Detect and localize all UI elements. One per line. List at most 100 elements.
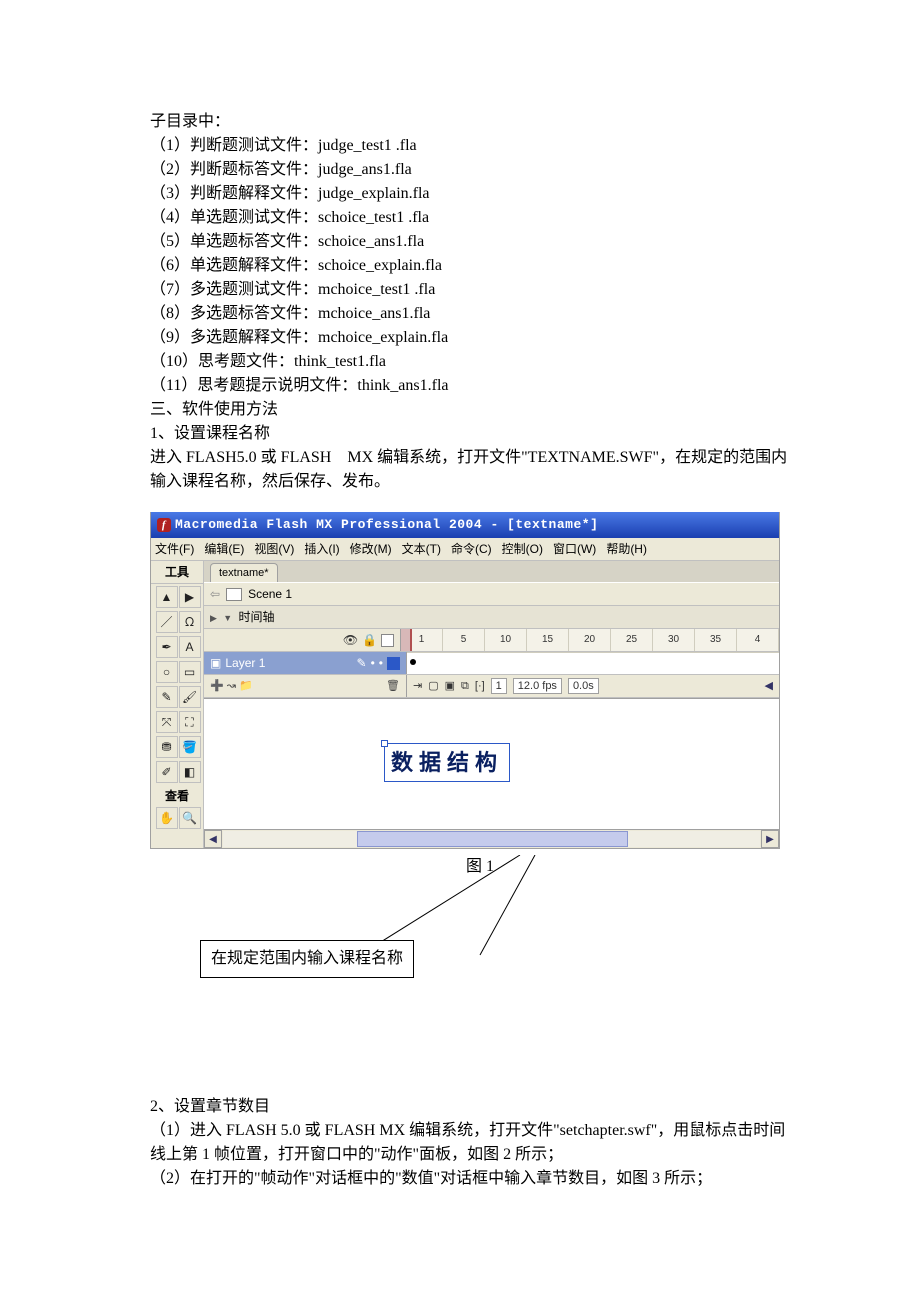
file-11: （11）思考题提示说明文件：think_ans1.fla: [150, 374, 790, 398]
file-6: （6）单选题解释文件：schoice_explain.fla: [150, 254, 790, 278]
text-tool-icon[interactable]: A: [179, 636, 201, 658]
layer-name[interactable]: Layer 1: [225, 654, 265, 672]
oval-tool-icon[interactable]: ○: [156, 661, 178, 683]
file-1: （1）判断题测试文件：judge_test1 .fla: [150, 134, 790, 158]
step1-title: 1、设置课程名称: [150, 422, 790, 446]
tab-textname[interactable]: textname*: [210, 563, 278, 583]
rect-tool-icon[interactable]: ▭: [179, 661, 201, 683]
lasso-tool-icon[interactable]: ᘯ: [179, 611, 201, 633]
scroll-thumb[interactable]: [357, 831, 628, 847]
step2-block: 2、设置章节数目 （1）进入 FLASH 5.0 或 FLASH MX 编辑系统…: [150, 1095, 790, 1191]
ruler-mark: 4: [737, 629, 779, 651]
free-transform-icon[interactable]: ⤧: [156, 711, 178, 733]
frame-ruler[interactable]: 1 5 10 15 20 25 30 35 4: [401, 629, 779, 651]
fill-transform-icon[interactable]: ⛶: [179, 711, 201, 733]
inkbottle-tool-icon[interactable]: ⛃: [156, 736, 178, 758]
menu-view[interactable]: 视图(V): [254, 540, 294, 558]
file-7: （7）多选题测试文件：mchoice_test1 .fla: [150, 278, 790, 302]
onion-outline-icon[interactable]: ▣: [445, 678, 455, 695]
pencil-tool-icon[interactable]: ✎: [156, 686, 178, 708]
ruler-mark: 10: [485, 629, 527, 651]
menu-window[interactable]: 窗口(W): [553, 540, 596, 558]
scene-icon: [226, 588, 242, 601]
selection-tool-icon[interactable]: ▲: [156, 586, 178, 608]
menu-modify[interactable]: 修改(M): [350, 540, 392, 558]
delete-layer-icon[interactable]: 🗑: [386, 678, 400, 695]
menubar: 文件(F) 编辑(E) 视图(V) 插入(I) 修改(M) 文本(T) 命令(C…: [151, 538, 779, 561]
scroll-track[interactable]: [223, 831, 760, 847]
timeline-header[interactable]: ▶ ▼ 时间轴: [204, 606, 779, 629]
ruler-mark: 25: [611, 629, 653, 651]
file-2: （2）判断题标答文件：judge_ans1.fla: [150, 158, 790, 182]
hand-tool-icon[interactable]: ✋: [156, 807, 178, 829]
doc-text: 子目录中： （1）判断题测试文件：judge_test1 .fla （2）判断题…: [150, 110, 790, 494]
file-10: （10）思考题文件：think_test1.fla: [150, 350, 790, 374]
eyedropper-tool-icon[interactable]: ✐: [156, 761, 178, 783]
menu-file[interactable]: 文件(F): [155, 540, 194, 558]
stage-text-box[interactable]: 数据结构: [384, 743, 510, 782]
document-tabs: textname*: [204, 561, 779, 583]
titlebar: f Macromedia Flash MX Professional 2004 …: [151, 512, 779, 538]
horizontal-scrollbar[interactable]: ◀ ▶: [204, 829, 779, 848]
file-9: （9）多选题解释文件：mchoice_explain.fla: [150, 326, 790, 350]
file-5: （5）单选题标答文件：schoice_ans1.fla: [150, 230, 790, 254]
current-frame: 1: [491, 678, 507, 694]
onion-markers-icon[interactable]: [·]: [475, 678, 485, 695]
menu-insert[interactable]: 插入(I): [304, 540, 339, 558]
lock-icon[interactable]: 🔒: [362, 631, 377, 649]
file-4: （4）单选题测试文件：schoice_test1 .fla: [150, 206, 790, 230]
edit-multiple-icon[interactable]: ⧉: [461, 678, 469, 695]
step2-line2: （2）在打开的"帧动作"对话框中的"数值"对话框中输入章节数目，如图 3 所示；: [150, 1167, 790, 1191]
menu-help[interactable]: 帮助(H): [606, 540, 647, 558]
add-folder-icon[interactable]: 📁: [239, 680, 253, 692]
frames-track[interactable]: [407, 652, 779, 674]
ruler-mark: 30: [653, 629, 695, 651]
fps-display: 12.0 fps: [513, 678, 562, 694]
menu-edit[interactable]: 编辑(E): [204, 540, 244, 558]
menu-command[interactable]: 命令(C): [451, 540, 492, 558]
layer-pencil-icon: ✎: [357, 654, 367, 672]
ruler-mark: 1: [401, 629, 443, 651]
brush-tool-icon[interactable]: 🖌: [179, 686, 201, 708]
ruler-mark: 20: [569, 629, 611, 651]
keyframe-icon[interactable]: [410, 659, 416, 665]
line-tool-icon[interactable]: ／: [156, 611, 178, 633]
step2-line1: （1）进入 FLASH 5.0 或 FLASH MX 编辑系统，打开文件"set…: [150, 1119, 790, 1167]
ruler-mark: 15: [527, 629, 569, 651]
scene-bar: ⇦ Scene 1: [204, 582, 779, 606]
scroll-left-button[interactable]: ◀: [204, 830, 222, 848]
ruler-mark: 35: [695, 629, 737, 651]
subselect-tool-icon[interactable]: ▶: [179, 586, 201, 608]
tools-title: 工具: [151, 563, 203, 584]
add-layer-icon[interactable]: ➕: [210, 680, 224, 692]
paintbucket-tool-icon[interactable]: 🪣: [179, 736, 201, 758]
menu-control[interactable]: 控制(O): [502, 540, 543, 558]
eraser-tool-icon[interactable]: ◧: [179, 761, 201, 783]
onion-skin-icon[interactable]: ▢: [428, 678, 438, 695]
collapse-icon[interactable]: ▶: [210, 613, 217, 623]
pen-tool-icon[interactable]: ✒: [156, 636, 178, 658]
app-icon: f: [157, 518, 171, 532]
layer-row[interactable]: ▣ Layer 1 ✎ • •: [204, 652, 779, 675]
back-arrow-icon[interactable]: ⇦: [210, 585, 220, 603]
stage[interactable]: 数据结构: [204, 698, 779, 829]
center-frame-icon[interactable]: ⇥: [413, 678, 422, 695]
time-display: 0.0s: [568, 678, 599, 694]
timeline-icons-row: 👁 🔒 1 5 10 15 20: [204, 629, 779, 652]
layer-color-icon: [387, 657, 400, 670]
scroll-right-button[interactable]: ▶: [761, 830, 779, 848]
ruler-mark: 5: [443, 629, 485, 651]
figure-1: f Macromedia Flash MX Professional 2004 …: [150, 512, 790, 985]
outline-icon[interactable]: [381, 634, 394, 647]
tools-panel: 工具 ▲ ▶ ／ ᘯ ✒ A ○ ▭ ✎ 🖌 ⤧ ⛶ ⛃: [151, 561, 204, 849]
scroll-left-icon[interactable]: ◀: [765, 678, 773, 695]
menu-text[interactable]: 文本(T): [402, 540, 441, 558]
layer-icon: ▣: [210, 654, 221, 672]
eye-icon[interactable]: 👁: [343, 631, 358, 649]
scene-name[interactable]: Scene 1: [248, 585, 292, 603]
add-motion-guide-icon[interactable]: ↝: [227, 680, 236, 692]
flash-window: f Macromedia Flash MX Professional 2004 …: [150, 512, 780, 849]
zoom-tool-icon[interactable]: 🔍: [179, 807, 201, 829]
step2-title: 2、设置章节数目: [150, 1095, 790, 1119]
layer-dot-icon: •: [371, 654, 375, 672]
